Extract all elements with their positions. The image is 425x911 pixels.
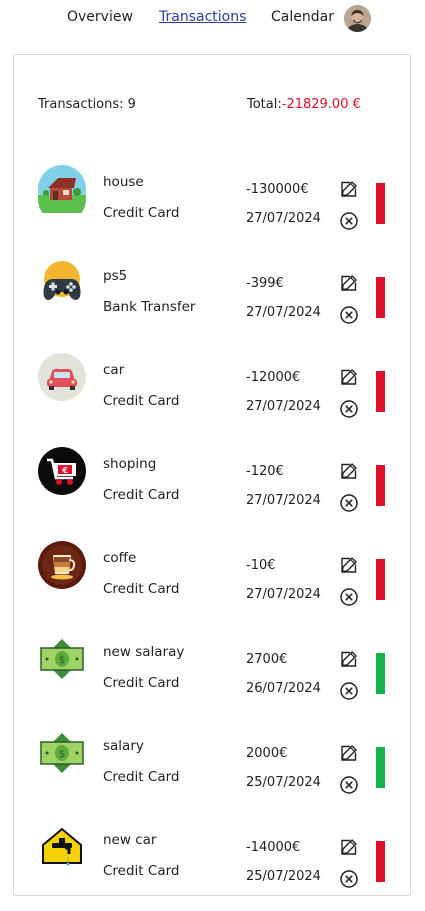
transaction-row: new car Credit Card -14000€ 25/07/2024 (14, 823, 410, 911)
transaction-amount: -120€ (246, 464, 284, 479)
edit-icon[interactable] (339, 273, 359, 293)
delete-icon[interactable] (339, 211, 359, 231)
expense-indicator (376, 371, 385, 412)
shopping-cart-icon: € (38, 447, 86, 495)
top-nav: Overview Transactions Calendar (0, 0, 425, 40)
transaction-date: 27/07/2024 (246, 305, 321, 320)
transaction-row: car Credit Card -12000€ 27/07/2024 (14, 353, 410, 441)
transaction-name: ps5 (103, 268, 128, 284)
svg-text:€: € (61, 466, 68, 475)
transaction-row: ps5 Bank Transfer -399€ 27/07/2024 (14, 259, 410, 347)
transaction-name: car (103, 362, 125, 378)
money-icon: $ (38, 729, 86, 777)
total-label: Total: (247, 97, 282, 112)
transaction-row: house Credit Card -130000€ 27/07/2024 (14, 165, 410, 253)
transaction-amount: -130000€ (246, 182, 309, 197)
transaction-name: new car (103, 832, 157, 848)
delete-icon[interactable] (339, 399, 359, 419)
svg-text:$: $ (59, 655, 65, 666)
transaction-date: 26/07/2024 (246, 681, 321, 696)
edit-icon[interactable] (339, 743, 359, 763)
avatar[interactable] (344, 5, 371, 32)
delete-icon[interactable] (339, 775, 359, 795)
gamepad-icon (38, 259, 86, 307)
transaction-row: € shoping Credit Card -120€ 27/07/2024 (14, 447, 410, 535)
delete-icon[interactable] (339, 305, 359, 325)
edit-icon[interactable] (339, 649, 359, 669)
transaction-row: $ salary Credit Card 2000€ 25/07/2024 (14, 729, 410, 817)
transaction-name: shoping (103, 456, 157, 472)
expense-indicator (376, 841, 385, 882)
income-indicator (376, 653, 385, 694)
edit-icon[interactable] (339, 367, 359, 387)
payment-method: Credit Card (103, 487, 180, 503)
transaction-name: house (103, 174, 144, 190)
edit-icon[interactable] (339, 555, 359, 575)
payment-method: Bank Transfer (103, 299, 196, 315)
edit-icon[interactable] (339, 461, 359, 481)
delete-icon[interactable] (339, 869, 359, 889)
edit-icon[interactable] (339, 179, 359, 199)
money-icon: $ (38, 635, 86, 683)
expense-indicator (376, 465, 385, 506)
payment-method: Credit Card (103, 675, 180, 691)
payment-method: Credit Card (103, 393, 180, 409)
payment-method: Credit Card (103, 863, 180, 879)
transaction-date: 27/07/2024 (246, 399, 321, 414)
nav-transactions[interactable]: Transactions (159, 9, 246, 25)
expense-indicator (376, 559, 385, 600)
edit-icon[interactable] (339, 837, 359, 857)
expense-indicator (376, 183, 385, 224)
expense-indicator (376, 277, 385, 318)
delete-icon[interactable] (339, 493, 359, 513)
transaction-amount: 2700€ (246, 652, 288, 667)
transactions-card: Transactions: 9 Total:-21829.00 € house C… (13, 54, 411, 896)
payment-method: Credit Card (103, 769, 180, 785)
payment-method: Credit Card (103, 581, 180, 597)
income-indicator (376, 747, 385, 788)
transaction-date: 25/07/2024 (246, 869, 321, 884)
transaction-row: coffe Credit Card -10€ 27/07/2024 (14, 541, 410, 629)
transaction-name: new salaray (103, 644, 185, 660)
payment-method: Credit Card (103, 205, 180, 221)
coffee-icon (38, 541, 86, 589)
transaction-date: 27/07/2024 (246, 587, 321, 602)
transaction-name: salary (103, 738, 144, 754)
car-icon (38, 353, 86, 401)
transaction-row: $ new salaray Credit Card 2700€ 26/07/2024 (14, 635, 410, 723)
transaction-amount: 2000€ (246, 746, 288, 761)
transaction-amount: -399€ (246, 276, 284, 291)
transaction-date: 25/07/2024 (246, 775, 321, 790)
delete-icon[interactable] (339, 587, 359, 607)
nav-calendar[interactable]: Calendar (271, 9, 334, 25)
transaction-name: coffe (103, 550, 137, 566)
transaction-total: Total:-21829.00 € (247, 97, 361, 112)
transaction-date: 27/07/2024 (246, 493, 321, 508)
transaction-amount: -12000€ (246, 370, 301, 385)
svg-text:$: $ (59, 749, 65, 760)
transaction-amount: -10€ (246, 558, 276, 573)
transaction-count: Transactions: 9 (38, 97, 136, 112)
transaction-date: 27/07/2024 (246, 211, 321, 226)
transaction-amount: -14000€ (246, 840, 301, 855)
house-icon (38, 165, 86, 223)
nav-overview[interactable]: Overview (67, 9, 133, 25)
total-value: -21829.00 € (281, 97, 361, 112)
delete-icon[interactable] (339, 681, 359, 701)
house-tap-icon (38, 823, 86, 871)
